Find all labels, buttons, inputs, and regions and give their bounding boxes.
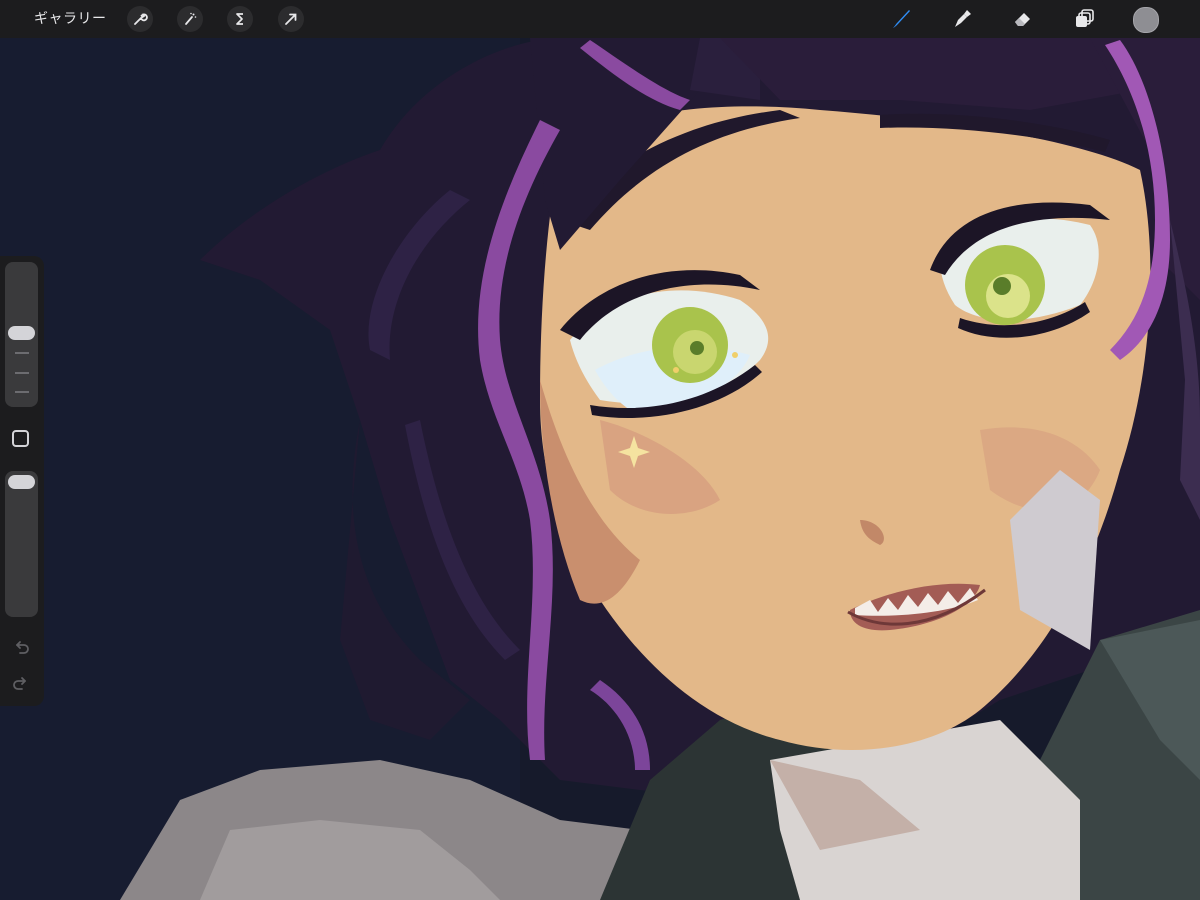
slider-tick [15, 352, 29, 354]
top-toolbar: ギャラリー [0, 0, 1200, 38]
artwork [0, 38, 1200, 900]
color-picker-swatch[interactable] [1133, 7, 1159, 33]
gallery-button[interactable]: ギャラリー [34, 0, 107, 38]
smudge-icon[interactable] [948, 5, 976, 33]
layers-icon[interactable] [1070, 5, 1098, 33]
drawing-canvas[interactable] [0, 38, 1200, 900]
brush-size-slider-thumb[interactable] [8, 326, 35, 340]
slider-tick [15, 391, 29, 393]
slider-tick [15, 372, 29, 374]
brush-opacity-slider[interactable] [5, 471, 38, 617]
transform-arrow-icon[interactable] [278, 6, 304, 32]
brush-size-slider[interactable] [5, 262, 38, 407]
wrench-icon[interactable] [127, 6, 153, 32]
eraser-icon[interactable] [1009, 5, 1037, 33]
modify-button[interactable] [12, 430, 29, 447]
magic-wand-icon[interactable] [177, 6, 203, 32]
redo-icon[interactable] [9, 672, 33, 696]
brush-opacity-slider-thumb[interactable] [8, 475, 35, 489]
selection-icon[interactable] [227, 6, 253, 32]
brush-icon[interactable] [887, 5, 915, 33]
undo-icon[interactable] [9, 636, 33, 660]
brush-sidebar [0, 256, 44, 706]
